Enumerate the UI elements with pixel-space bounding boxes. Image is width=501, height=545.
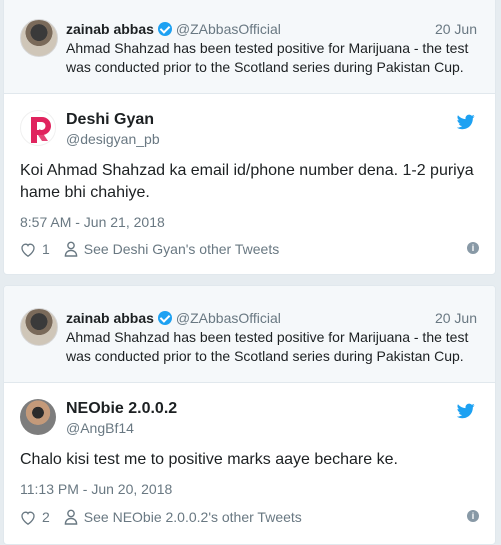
deshi-gyan-logo-icon bbox=[31, 117, 51, 143]
quoted-tweet[interactable]: zainab abbas @ZAbbasOfficial 20 Jun Ahma… bbox=[4, 0, 495, 94]
tweet-text: Chalo kisi test me to positive marks aay… bbox=[20, 451, 398, 468]
heart-icon[interactable] bbox=[20, 242, 36, 257]
quoted-author-name: zainab abbas bbox=[66, 310, 154, 326]
person-icon bbox=[64, 509, 78, 525]
info-icon[interactable]: i bbox=[467, 242, 479, 254]
avatar[interactable] bbox=[20, 399, 56, 435]
tweet-card: zainab abbas @ZAbbasOfficial 20 Jun Ahma… bbox=[3, 285, 496, 545]
twitter-bird-icon[interactable] bbox=[456, 403, 475, 419]
avatar[interactable] bbox=[20, 110, 56, 146]
heart-icon[interactable] bbox=[20, 510, 36, 525]
author-name[interactable]: NEObie 2.0.0.2 bbox=[66, 400, 177, 418]
quoted-author[interactable]: zainab abbas @ZAbbasOfficial bbox=[66, 310, 281, 326]
quoted-text: Ahmad Shahzad has been tested positive f… bbox=[66, 40, 469, 75]
like-count[interactable]: 1 bbox=[42, 241, 50, 257]
twitter-bird-icon[interactable] bbox=[456, 114, 475, 130]
quoted-author-handle: @ZAbbasOfficial bbox=[175, 21, 281, 37]
see-other-tweets-link[interactable]: See Deshi Gyan's other Tweets bbox=[84, 241, 279, 257]
author-handle[interactable]: @AngBf14 bbox=[66, 420, 134, 436]
quoted-author-name: zainab abbas bbox=[66, 21, 154, 37]
person-icon bbox=[64, 241, 78, 257]
tweet-actions: 1 See Deshi Gyan's other Tweets i bbox=[20, 241, 479, 257]
quoted-author[interactable]: zainab abbas @ZAbbasOfficial bbox=[66, 21, 281, 37]
tweet-card: zainab abbas @ZAbbasOfficial 20 Jun Ahma… bbox=[3, 0, 496, 275]
like-count[interactable]: 2 bbox=[42, 509, 50, 525]
quoted-author-handle: @ZAbbasOfficial bbox=[175, 310, 281, 326]
quoted-avatar[interactable] bbox=[20, 19, 58, 57]
quoted-text: Ahmad Shahzad has been tested positive f… bbox=[66, 329, 469, 364]
author-handle[interactable]: @desigyan_pb bbox=[66, 131, 160, 147]
tweet-text: Koi Ahmad Shahzad ka email id/phone numb… bbox=[20, 162, 474, 201]
tweet-timestamp[interactable]: 8:57 AM - Jun 21, 2018 bbox=[20, 214, 165, 230]
quoted-date[interactable]: 20 Jun bbox=[435, 310, 477, 326]
verified-badge-icon bbox=[157, 22, 172, 36]
author-name[interactable]: Deshi Gyan bbox=[66, 111, 154, 129]
see-other-tweets-link[interactable]: See NEObie 2.0.0.2's other Tweets bbox=[84, 509, 302, 525]
tweet-timestamp[interactable]: 11:13 PM - Jun 20, 2018 bbox=[20, 481, 172, 497]
verified-badge-icon bbox=[157, 311, 172, 325]
quoted-date[interactable]: 20 Jun bbox=[435, 21, 477, 37]
tweet-actions: 2 See NEObie 2.0.0.2's other Tweets i bbox=[20, 509, 479, 525]
quoted-tweet[interactable]: zainab abbas @ZAbbasOfficial 20 Jun Ahma… bbox=[4, 286, 495, 383]
info-icon[interactable]: i bbox=[467, 510, 479, 522]
quoted-avatar[interactable] bbox=[20, 308, 58, 346]
